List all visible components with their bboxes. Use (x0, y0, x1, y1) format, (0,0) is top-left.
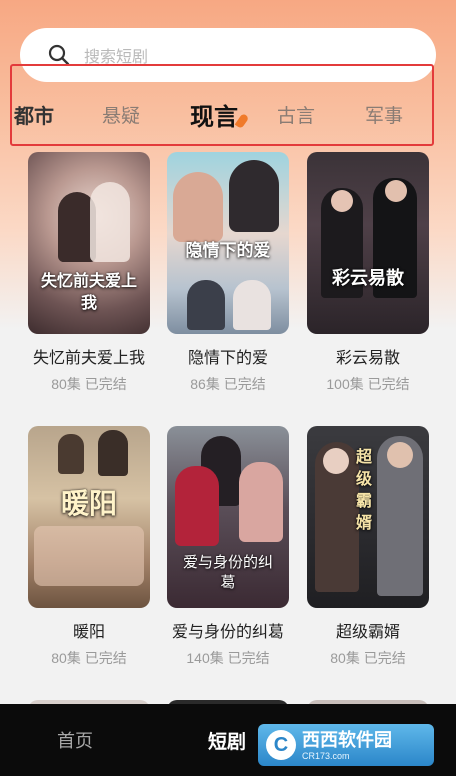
drama-episodes: 140集 已完结 (186, 650, 270, 666)
watermark-brand: 西西软件园 (302, 729, 392, 750)
drama-poster[interactable]: 失忆前夫爱上我 (28, 152, 150, 334)
drama-poster[interactable]: 暖阳 (28, 426, 150, 608)
poster-title: 超级霸婿 (355, 447, 372, 532)
drama-poster[interactable]: 彩云易散 (307, 152, 429, 334)
poster-title: 暖阳 (60, 487, 117, 520)
drama-title: 失忆前夫爱上我 (32, 350, 145, 367)
drama-episodes: 86集 已完结 (190, 376, 266, 392)
drama-title: 彩云易散 (335, 350, 400, 367)
drama-poster[interactable]: 爱与身份的纠葛 (167, 426, 289, 608)
drama-card[interactable]: 隐情下的爱 隐情下的爱 86集 已完结 (167, 152, 289, 394)
drama-poster[interactable]: 隐情下的爱 (167, 152, 289, 334)
drama-episodes: 80集 已完结 (330, 650, 406, 666)
drama-card[interactable]: 爱与身份的纠葛 爱与身份的纠葛 140集 已完结 (167, 426, 289, 668)
drama-card[interactable]: 暖阳 暖阳 80集 已完结 (28, 426, 150, 668)
highlight-box (10, 64, 434, 146)
poster-title: 爱与身份的纠葛 (182, 553, 273, 591)
watermark-domain: CR173.com (302, 750, 350, 761)
drama-episodes: 80集 已完结 (51, 650, 127, 666)
nav-shorts[interactable]: 短剧 (208, 704, 246, 776)
drama-episodes: 100集 已完结 (326, 376, 410, 392)
poster-title: 彩云易散 (332, 268, 404, 289)
cr-logo-icon: C (266, 730, 296, 760)
drama-title: 超级霸婿 (335, 624, 400, 641)
drama-title: 隐情下的爱 (187, 350, 268, 367)
drama-card[interactable]: 彩云易散 彩云易散 100集 已完结 (307, 152, 429, 394)
drama-poster[interactable]: 超级霸婿 (307, 426, 429, 608)
drama-title: 爱与身份的纠葛 (171, 624, 284, 641)
drama-card[interactable]: 失忆前夫爱上我 失忆前夫爱上我 80集 已完结 (28, 152, 150, 394)
drama-card[interactable]: 超级霸婿 超级霸婿 80集 已完结 (307, 426, 429, 668)
nav-home[interactable]: 首页 (57, 704, 93, 776)
watermark-logo: C 西西软件园 CR173.com (258, 724, 434, 766)
poster-title: 失忆前夫爱上我 (40, 271, 137, 312)
drama-episodes: 80集 已完结 (51, 376, 127, 392)
drama-title: 暖阳 (72, 624, 105, 641)
search-icon (48, 44, 70, 66)
poster-title: 隐情下的爱 (185, 241, 271, 261)
